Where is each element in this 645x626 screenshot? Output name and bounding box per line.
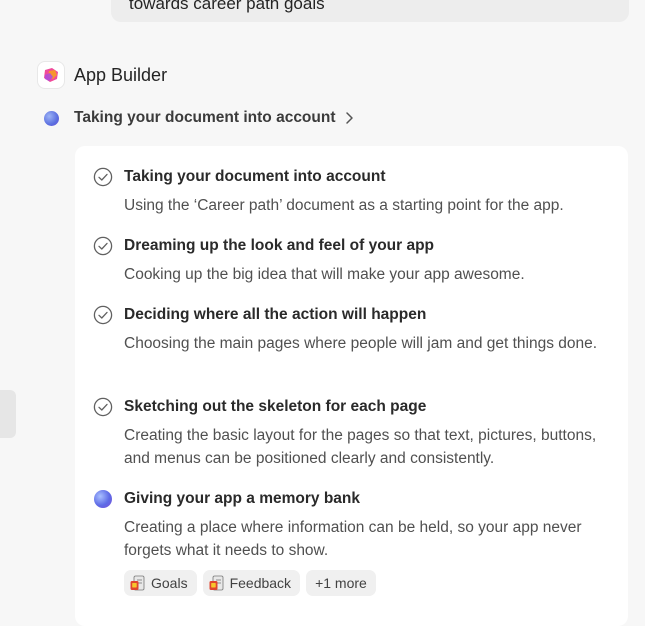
- agent-name: App Builder: [74, 64, 168, 85]
- chevron-right-icon: [344, 111, 354, 125]
- document-icon: [209, 575, 224, 591]
- step-title: Dreaming up the look and feel of your ap…: [124, 237, 435, 254]
- step-item: Taking your document into account Using …: [93, 166, 610, 217]
- more-references-button[interactable]: +1 more: [306, 570, 376, 596]
- reference-chip-feedback[interactable]: Feedback: [202, 570, 301, 596]
- step-title: Giving your app a memory bank: [124, 490, 361, 507]
- status-toggle[interactable]: Taking your document into account: [44, 107, 354, 129]
- step-item: Sketching out the skeleton for each page…: [93, 396, 610, 470]
- status-indicator-icon: [44, 110, 59, 126]
- reference-label: Feedback: [229, 575, 292, 591]
- agent-header: App Builder: [38, 61, 167, 89]
- reference-label: Goals: [151, 575, 188, 591]
- reference-chips: Goals Feedback +1 more: [124, 570, 376, 596]
- user-message-text: towards career path goals: [129, 0, 325, 13]
- step-title: Taking your document into account: [124, 168, 386, 185]
- progress-card: Taking your document into account Using …: [75, 146, 628, 626]
- reference-chip-goals[interactable]: Goals: [124, 570, 197, 596]
- step-description: Creating a place where information can b…: [124, 519, 582, 559]
- app-builder-logo-icon: [38, 62, 64, 88]
- side-panel-handle[interactable]: [0, 390, 16, 438]
- step-description: Cooking up the big idea that will make y…: [124, 266, 525, 283]
- step-description: Using the ‘Career path’ document as a st…: [124, 197, 564, 214]
- step-description: Creating the basic layout for the pages …: [124, 427, 597, 467]
- check-circle-icon: [93, 167, 113, 187]
- document-icon: [130, 575, 145, 591]
- user-message-bubble: towards career path goals: [111, 0, 629, 22]
- check-circle-icon: [93, 397, 113, 417]
- step-title: Deciding where all the action will happe…: [124, 306, 427, 323]
- step-description: Choosing the main pages where people wil…: [124, 335, 598, 352]
- step-title: Sketching out the skeleton for each page: [124, 398, 427, 415]
- step-item: Deciding where all the action will happe…: [93, 304, 610, 355]
- check-circle-icon: [93, 236, 113, 256]
- check-circle-icon: [93, 305, 113, 325]
- status-text: Taking your document into account: [74, 109, 336, 126]
- more-references-label: +1 more: [315, 575, 367, 591]
- step-item-active: Giving your app a memory bank Creating a…: [93, 488, 610, 562]
- in-progress-icon: [93, 489, 113, 509]
- step-item: Dreaming up the look and feel of your ap…: [93, 235, 610, 286]
